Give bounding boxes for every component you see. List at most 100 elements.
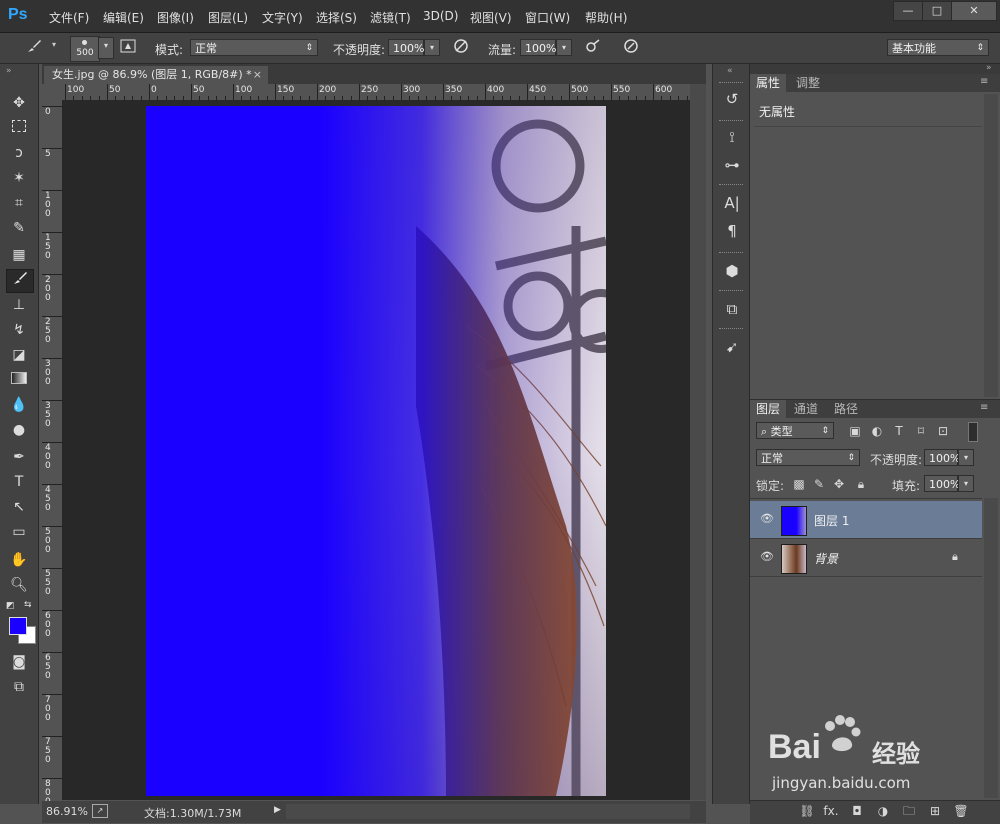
dock-grip[interactable] [719, 252, 743, 255]
filter-adjustment-icon[interactable]: ◐ [868, 423, 886, 439]
collapse-arrows-icon[interactable]: « [727, 66, 733, 76]
rectangle-tool-icon[interactable]: ▭ [6, 521, 32, 543]
menu-3d[interactable]: 3D(D) [423, 9, 458, 23]
fx-icon[interactable]: fx. [822, 803, 840, 819]
magic-wand-tool-icon[interactable]: ✶ [6, 167, 32, 189]
visibility-eye-icon[interactable]: 👁︎ [760, 550, 774, 564]
adjustment-icon[interactable]: ◑ [874, 803, 892, 819]
layer-row-background[interactable]: 👁︎ 背景 🔒︎ [750, 539, 982, 577]
screen-mode-icon[interactable]: ⧉ [6, 676, 32, 698]
menu-window[interactable]: 窗口(W) [525, 9, 570, 26]
opacity-input[interactable]: 100% [388, 39, 424, 56]
brush-tool-icon[interactable] [6, 269, 34, 293]
dodge-tool-icon[interactable]: ● [6, 419, 32, 441]
mask-icon[interactable]: ◘ [848, 803, 866, 819]
filter-pixel-icon[interactable]: ▣ [846, 423, 864, 439]
close-tab-icon[interactable]: × [253, 66, 262, 84]
clone-stamp-tool-icon[interactable]: ⊥ [6, 294, 32, 316]
zoom-level[interactable]: 86.91% [46, 805, 88, 818]
flow-input[interactable]: 100% [520, 39, 556, 56]
tab-channels[interactable]: 通道 [788, 400, 824, 418]
quick-mask-icon[interactable]: ◙ [6, 651, 32, 673]
brush-settings-icon[interactable]: ⊶ [721, 154, 743, 176]
marquee-tool-icon[interactable] [6, 117, 32, 139]
ruler-origin[interactable] [42, 84, 63, 101]
tab-adjustments[interactable]: 调整 [790, 74, 826, 92]
dock-grip[interactable] [719, 328, 743, 331]
vertical-ruler[interactable]: 0 5 1 0 0 1 5 0 2 0 0 2 5 0 3 0 0 3 5 0 4 0 0 4 5… [42, 100, 63, 807]
menu-file[interactable]: 文件(F) [49, 9, 89, 26]
link-icon[interactable]: ⛓︎ [798, 803, 816, 819]
layer-opacity-dropdown[interactable]: ▾ [958, 449, 974, 466]
fill-dropdown[interactable]: ▾ [958, 475, 974, 492]
mode-select[interactable]: 正常 ⇕ [190, 39, 318, 56]
brush-panel-toggle-icon[interactable] [118, 37, 138, 57]
tablet-pressure-opacity-icon[interactable] [451, 37, 471, 57]
menu-layer[interactable]: 图层(L) [208, 9, 248, 26]
eraser-tool-icon[interactable]: ◪ [6, 344, 32, 366]
layer-name[interactable]: 图层 1 [814, 512, 849, 529]
hand-tool-icon[interactable]: ✋ [6, 549, 32, 571]
eyedropper-tool-icon[interactable]: ✎ [6, 217, 32, 239]
share-icon[interactable]: ↗ [92, 804, 108, 818]
fill-input[interactable]: 100% [924, 475, 960, 492]
3d-panel-icon[interactable]: ⬢ [721, 260, 743, 282]
brush-presets-icon[interactable]: ⟟ [721, 126, 743, 148]
maximize-button[interactable]: □ [922, 1, 952, 21]
close-window-button[interactable]: ✕ [951, 1, 997, 21]
tab-paths[interactable]: 路径 [828, 400, 864, 418]
brush-size-picker[interactable]: 500 [70, 36, 100, 62]
dock-grip[interactable] [719, 82, 743, 85]
lock-pixels-icon[interactable]: ✎ [810, 476, 828, 492]
foreground-color-swatch[interactable] [9, 617, 27, 635]
document-tab[interactable]: 女生.jpg @ 86.9% (图层 1, RGB/8#) * × [44, 66, 268, 84]
horizontal-ruler[interactable]: 100 50 0 50 100 150 200 250 300 350 400 450 500 550 60… [62, 84, 690, 101]
brush-tool-preset-icon[interactable] [24, 37, 44, 57]
status-menu-arrow-icon[interactable]: ▶ [274, 805, 281, 815]
healing-brush-tool-icon[interactable]: ▦ [6, 244, 32, 266]
layer-filter-select[interactable]: ⌕ 类型 ⇕ [756, 422, 834, 439]
blur-tool-icon[interactable]: 💧 [6, 394, 32, 416]
tablet-pressure-size-icon[interactable] [621, 37, 641, 57]
history-brush-tool-icon[interactable]: ↯ [6, 319, 32, 341]
collapse-arrows-icon[interactable]: » [986, 63, 992, 73]
menu-view[interactable]: 视图(V) [470, 9, 512, 26]
collapse-arrows-icon[interactable]: » [6, 66, 12, 76]
chevron-down-icon[interactable]: ▾ [52, 40, 58, 50]
layer-name[interactable]: 背景 [814, 550, 838, 567]
layer-opacity-input[interactable]: 100% [924, 449, 960, 466]
blend-mode-select[interactable]: 正常 ⇕ [756, 449, 860, 466]
menu-help[interactable]: 帮助(H) [585, 9, 627, 26]
vertical-scrollbar[interactable] [690, 84, 706, 800]
filter-smart-object-icon[interactable]: ⊡ [934, 423, 952, 439]
clone-source-icon[interactable]: ⧉ [721, 298, 743, 320]
lock-all-icon[interactable]: 🔒︎ [852, 476, 870, 492]
tab-layers[interactable]: 图层 [750, 400, 787, 418]
lasso-tool-icon[interactable]: ↄ [6, 142, 32, 164]
menu-edit[interactable]: 编辑(E) [103, 9, 144, 26]
dock-grip[interactable] [719, 184, 743, 187]
filter-toggle[interactable] [968, 422, 978, 442]
default-colors-icon[interactable]: ◩ [6, 601, 16, 611]
airbrush-icon[interactable] [583, 37, 603, 57]
tool-presets-icon[interactable]: ➹ [721, 336, 743, 358]
layer-row-layer1[interactable]: 👁︎ 图层 1 [750, 501, 982, 539]
horizontal-scrollbar[interactable] [286, 804, 690, 819]
menu-select[interactable]: 选择(S) [316, 9, 357, 26]
group-icon[interactable]: 🗀︎ [900, 803, 918, 819]
canvas-area[interactable] [62, 100, 690, 800]
brush-size-dropdown[interactable]: ▾ [98, 37, 114, 59]
dock-grip[interactable] [719, 120, 743, 123]
character-panel-icon[interactable]: A| [721, 192, 743, 214]
trash-icon[interactable]: 🗑︎ [952, 803, 970, 819]
dock-grip[interactable] [719, 290, 743, 293]
workspace-select[interactable]: 基本功能 ⇕ [887, 39, 989, 56]
filter-type-icon[interactable]: T [890, 423, 908, 439]
opacity-dropdown[interactable]: ▾ [424, 39, 440, 56]
path-selection-tool-icon[interactable]: ↖ [6, 496, 32, 518]
properties-scrollbar[interactable] [984, 94, 998, 397]
history-panel-icon[interactable]: ↺ [721, 88, 743, 110]
menu-type[interactable]: 文字(Y) [262, 9, 303, 26]
gradient-tool-icon[interactable] [6, 369, 32, 391]
pen-tool-icon[interactable]: ✒ [6, 446, 32, 468]
